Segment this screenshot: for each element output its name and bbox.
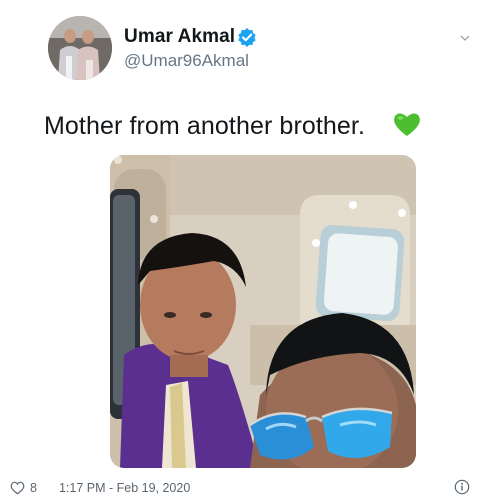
info-icon[interactable] (454, 479, 470, 495)
tweet-text: Mother from another brother. (44, 112, 366, 140)
chevron-down-icon[interactable] (460, 34, 470, 42)
avatar[interactable] (48, 16, 112, 80)
tweet-card: Umar Akmal @Umar96Akmal Mother from anot… (0, 0, 492, 500)
tweet-footer: 8 1:17 PM - Feb 19, 2020 (10, 478, 190, 498)
heart-outline-icon[interactable] (10, 481, 25, 495)
like-count: 8 (30, 481, 37, 495)
tweet-media-photo[interactable] (110, 155, 416, 468)
photo-selfie (110, 155, 416, 468)
avatar-photo (48, 16, 112, 80)
timestamp[interactable]: 1:17 PM - Feb 19, 2020 (59, 481, 190, 495)
verified-badge-icon (238, 28, 256, 47)
green-heart-icon (394, 113, 420, 136)
user-handle[interactable]: @Umar96Akmal (124, 51, 249, 71)
display-name[interactable]: Umar Akmal (124, 26, 235, 48)
